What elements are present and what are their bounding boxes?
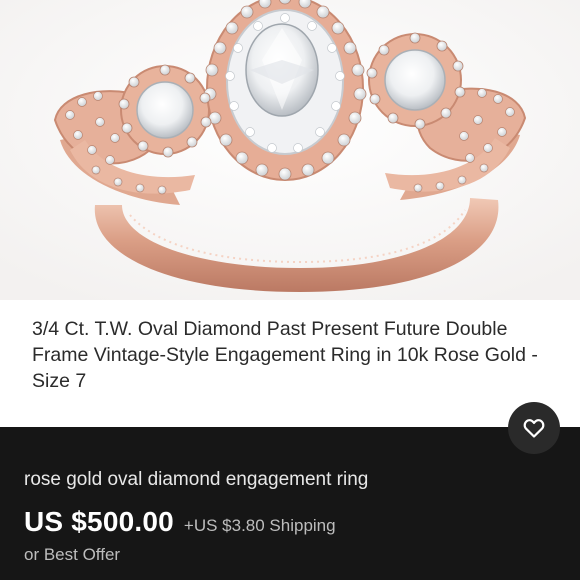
price: US $500.00 [24,506,174,537]
favorite-button[interactable] [508,402,560,454]
listing-title[interactable]: 3/4 Ct. T.W. Oval Diamond Past Present F… [32,316,552,394]
shipping-cost: +US $3.80 Shipping [183,516,336,535]
best-offer-label: or Best Offer [24,545,121,564]
ring-image [0,0,580,300]
listing-subtitle: rose gold oval diamond engagement ring [24,469,369,490]
product-photo[interactable] [0,0,580,300]
heart-icon [523,419,545,438]
price-row: US $500.00 +US $3.80 Shipping [24,506,336,538]
